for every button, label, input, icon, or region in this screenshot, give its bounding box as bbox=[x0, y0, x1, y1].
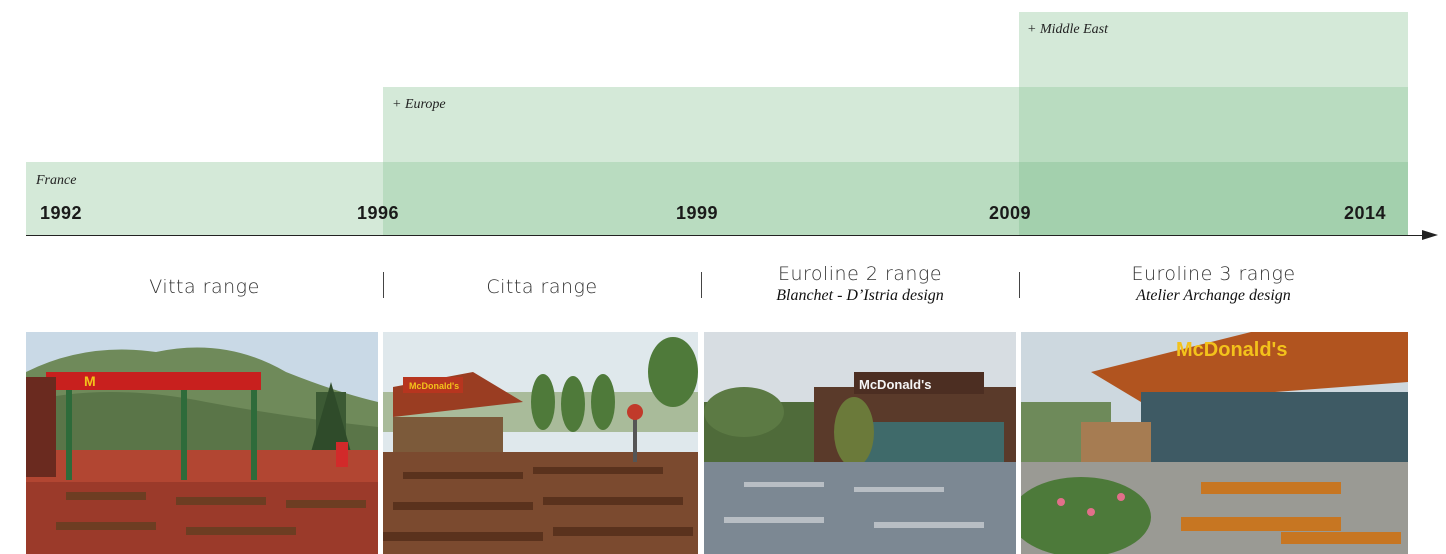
band-middle-east-bottom bbox=[1019, 162, 1408, 236]
range-euroline-3: Euroline 3 range Atelier Archange design bbox=[1019, 263, 1408, 305]
range-euroline-2: Euroline 2 range Blanchet - D’Istria des… bbox=[701, 263, 1019, 305]
band-middle-east-mid bbox=[1019, 87, 1408, 162]
range-vitta: Vitta range bbox=[26, 276, 383, 298]
photo-vitta-terrace: M bbox=[26, 332, 378, 554]
year-1992: 1992 bbox=[40, 203, 83, 223]
range-title: Vitta range bbox=[149, 276, 260, 298]
photo-sign: McDonald's bbox=[1176, 339, 1287, 361]
band-label-middle-east: + Middle East bbox=[1027, 22, 1108, 37]
band-label-france: France bbox=[36, 173, 77, 188]
range-title: Euroline 3 range bbox=[1131, 263, 1296, 285]
photo-euroline-2-terrace: McDonald's bbox=[704, 332, 1016, 554]
year-1996: 1996 bbox=[357, 203, 400, 223]
band-france bbox=[26, 162, 383, 236]
year-2014: 2014 bbox=[1344, 203, 1387, 223]
range-subtitle: Atelier Archange design bbox=[1136, 287, 1291, 304]
photo-sign: McDonald's bbox=[859, 377, 931, 392]
year-1999: 1999 bbox=[676, 203, 719, 223]
range-citta: Citta range bbox=[383, 276, 701, 298]
range-title: Euroline 2 range bbox=[777, 263, 943, 285]
band-europe-top bbox=[383, 87, 1019, 162]
photo-sign: M bbox=[84, 373, 96, 389]
band-label-europe: + Europe bbox=[392, 97, 446, 112]
photo-sign: McDonald's bbox=[409, 381, 459, 391]
photo-euroline-3-terrace: McDonald's bbox=[1021, 332, 1408, 554]
range-title: Citta range bbox=[486, 276, 598, 298]
timeline-arrow-icon bbox=[1422, 230, 1438, 240]
photo-citta-terrace: McDonald's bbox=[383, 332, 698, 554]
band-europe-bottom bbox=[383, 162, 1019, 236]
year-2009: 2009 bbox=[989, 203, 1032, 223]
range-subtitle: Blanchet - D’Istria design bbox=[776, 287, 944, 304]
timeline-axis bbox=[26, 235, 1426, 236]
